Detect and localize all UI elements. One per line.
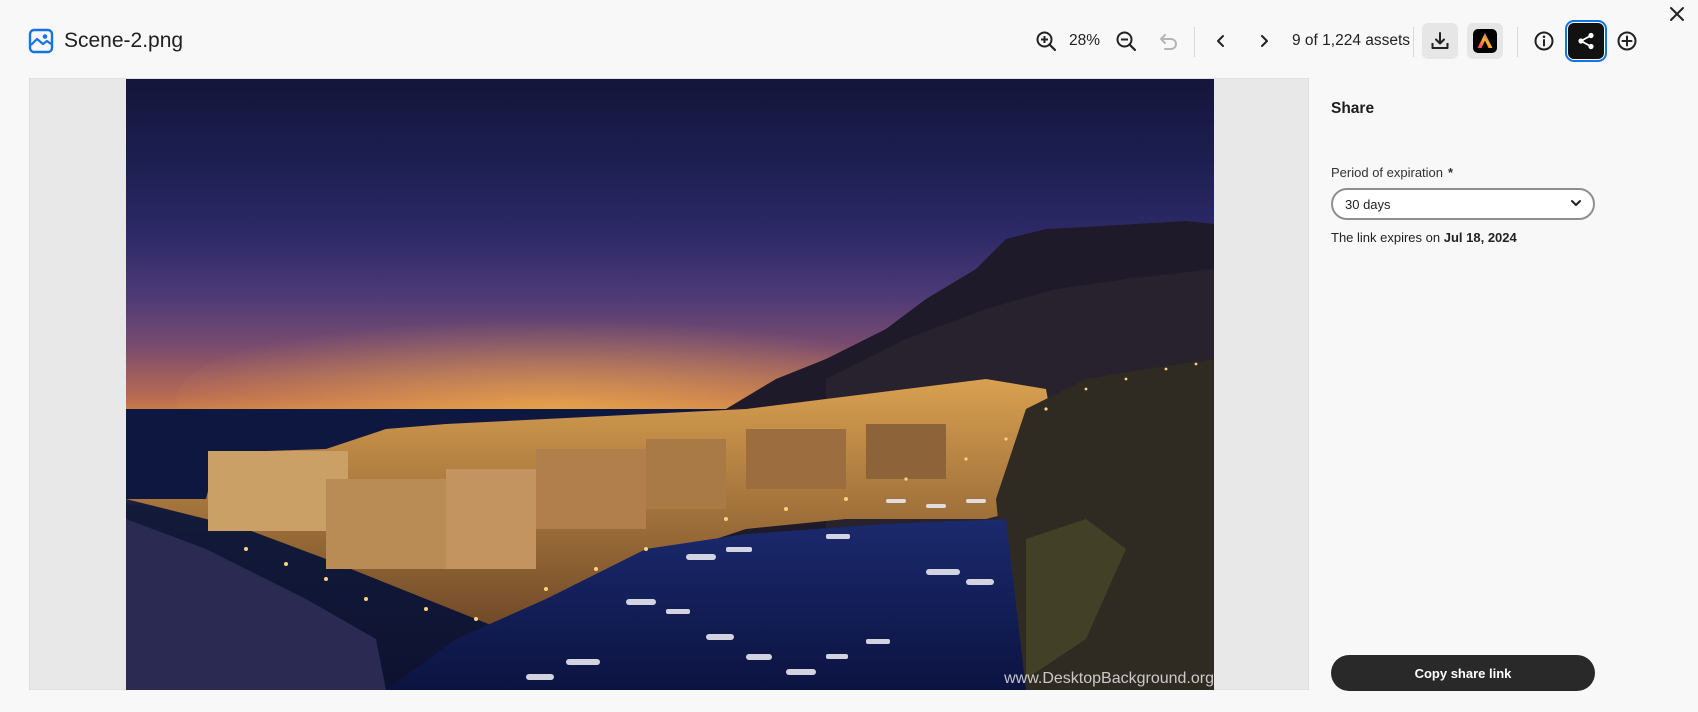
- panel-title: Share: [1331, 100, 1375, 117]
- open-in-express-button[interactable]: [1467, 23, 1503, 59]
- share-icon: [1576, 31, 1596, 51]
- top-bar: Scene-2.png 28% 9 of 1,224 assets: [0, 0, 1698, 78]
- expiry-note: The link expires on Jul 18, 2024: [1331, 230, 1517, 245]
- plus-circle-icon: [1616, 30, 1638, 52]
- chevron-down-icon: [1569, 196, 1583, 213]
- expiration-label: Period of expiration *: [1331, 165, 1453, 180]
- toolbar: 28% 9 of 1,224 assets: [0, 20, 1698, 62]
- zoom-out-icon: [1115, 30, 1137, 52]
- zoom-in-icon: [1035, 30, 1057, 52]
- expiration-select-value: 30 days: [1345, 196, 1391, 212]
- expiry-note-text: The link expires on: [1331, 230, 1441, 245]
- zoom-out-button[interactable]: [1108, 23, 1144, 59]
- chevron-right-icon: [1256, 33, 1272, 49]
- add-button[interactable]: [1609, 23, 1645, 59]
- next-asset-button[interactable]: [1246, 23, 1282, 59]
- info-button[interactable]: [1526, 23, 1562, 59]
- close-button[interactable]: [1664, 3, 1690, 29]
- undo-icon: [1157, 30, 1179, 52]
- info-icon: [1533, 30, 1555, 52]
- image-preview-area: www.DesktopBackground.org: [29, 78, 1309, 690]
- expiration-select[interactable]: 30 days: [1331, 188, 1595, 220]
- download-button[interactable]: [1422, 23, 1458, 59]
- adobe-express-icon: [1472, 28, 1498, 54]
- copy-share-link-button[interactable]: Copy share link: [1331, 655, 1595, 691]
- expiration-label-text: Period of expiration: [1331, 165, 1444, 180]
- image-watermark: www.DesktopBackground.org: [1004, 670, 1214, 687]
- share-button[interactable]: [1565, 20, 1607, 62]
- download-icon: [1429, 30, 1451, 52]
- reset-zoom-button[interactable]: [1150, 23, 1186, 59]
- chevron-left-icon: [1213, 33, 1229, 49]
- toolbar-divider: [1194, 27, 1195, 57]
- expiry-date: Jul 18, 2024: [1443, 230, 1517, 245]
- zoom-level: 28%: [1069, 32, 1101, 49]
- toolbar-divider: [1517, 27, 1518, 57]
- preview-image: www.DesktopBackground.org: [126, 79, 1214, 690]
- required-marker: *: [1448, 165, 1454, 180]
- previous-asset-button[interactable]: [1203, 23, 1239, 59]
- asset-position: 9 of 1,224 assets: [1292, 32, 1411, 49]
- share-panel: Share Period of expiration * 30 days The …: [1310, 78, 1698, 712]
- toolbar-divider: [1413, 27, 1414, 57]
- harbor-scene: [126, 221, 1214, 690]
- zoom-in-button[interactable]: [1028, 23, 1064, 59]
- close-icon: [1669, 6, 1685, 27]
